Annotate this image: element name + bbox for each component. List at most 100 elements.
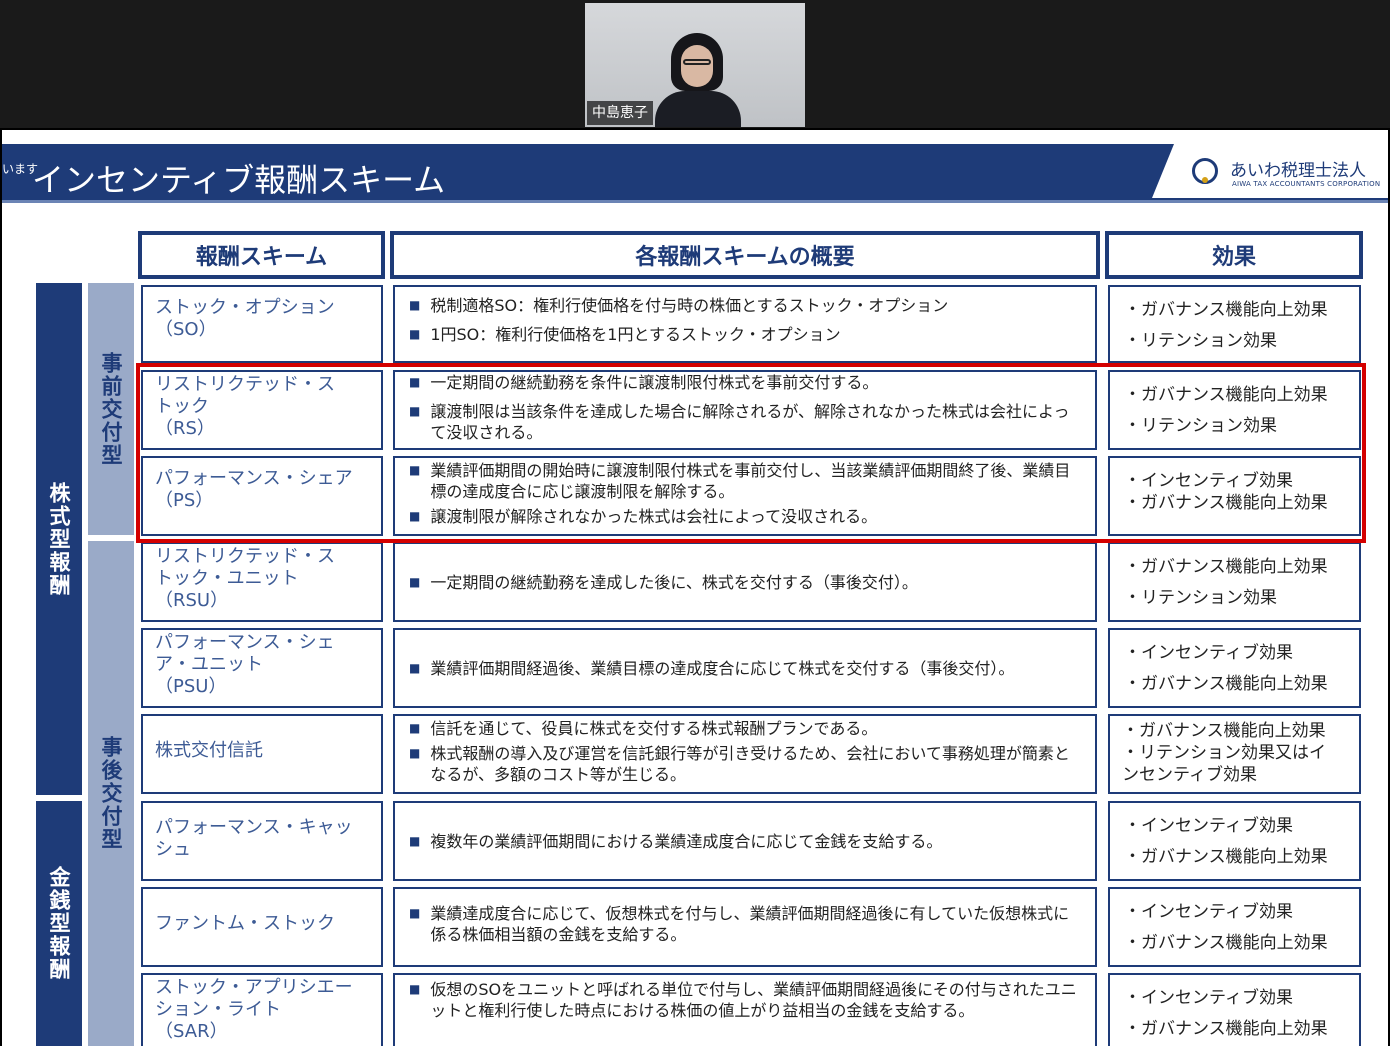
effect-cell: ・ガバナンス機能向上効果 ・リテンション効果 (1108, 542, 1361, 622)
scheme-name: ストック・オプション （SO） (143, 287, 381, 341)
overview-cell: 仮想のSOをユニットと呼ばれる単位で付与し、業績評価期間経過後にその付与されたユ… (393, 973, 1097, 1046)
effect-item: ・インセンティブ効果 (1124, 816, 1293, 836)
effect-item: ・リテンション効果 (1124, 588, 1277, 608)
participant-body (655, 91, 741, 127)
scheme-name-line: ファントム・ストック (155, 913, 335, 934)
scheme-name-cell: ストック・アプリシエー ション・ライト （SAR） (141, 973, 383, 1046)
header-overview: 各報酬スキームの概要 (390, 231, 1100, 279)
scheme-name-cell: ストック・オプション （SO） (141, 285, 383, 363)
bullet-text: 一定期間の継続勤務を達成した後に、株式を交付する（事後交付）。 (409, 572, 1083, 593)
scheme-name-line: パフォーマンス・キャッ (155, 817, 353, 838)
category-stock: 株式型報酬 (36, 283, 82, 795)
scheme-name: パフォーマンス・キャッ シュ (143, 803, 381, 861)
effect-item: ・リテンション効果又はイ (1122, 743, 1326, 763)
overview-cell: 複数年の業績評価期間における業績達成度合に応じて金銭を支給する。 (393, 801, 1097, 881)
scheme-name-line: トック・ユニット (155, 568, 299, 589)
scheme-name-cell: ファントム・ストック (141, 887, 383, 967)
scheme-name-cell: パフォーマンス・キャッ シュ (141, 801, 383, 881)
participant-glasses (683, 59, 711, 65)
participant-video-tile[interactable]: 中島恵子 (585, 3, 805, 127)
scheme-name-line: ストック・アプリシエー (155, 977, 353, 998)
effect-item: ・リテンション効果 (1124, 331, 1277, 351)
header-effect: 効果 (1105, 231, 1363, 279)
overview-bullets: 一定期間の継続勤務を達成した後に、株式を交付する（事後交付）。 (395, 544, 1095, 620)
overview-bullets: 仮想のSOをユニットと呼ばれる単位で付与し、業績評価期間経過後にその付与されたユ… (395, 975, 1095, 1021)
scheme-name: 株式交付信託 (143, 716, 381, 762)
effect-cell: ・ガバナンス機能向上効果 ・リテンション効果 (1108, 285, 1361, 363)
bullet-text: 複数年の業績評価期間における業績達成度合に応じて金銭を支給する。 (409, 831, 1083, 852)
overview-bullets: 信託を通じて、役員に株式を交付する株式報酬プランである。株式報酬の導入及び運営を… (395, 716, 1095, 785)
title-underline (2, 200, 1388, 203)
scheme-name: 中島恵子 (587, 101, 653, 125)
scheme-name-line: （RSU） (155, 590, 229, 611)
bullet-text: 仮想のSOをユニットと呼ばれる単位で付与し、業績評価期間経過後にその付与されたユ… (409, 979, 1083, 1021)
effect-item: ・インセンティブ効果 (1124, 902, 1293, 922)
effect-item: ・インセンティブ効果 (1124, 643, 1293, 663)
overview-bullets: 業績達成度合に応じて、仮想株式を付与し、業績評価期間経過後に有していた仮想株式に… (395, 889, 1095, 945)
scheme-name: リストリクテッド・ス トック・ユニット （RSU） (143, 544, 381, 612)
meeting-top-bar: 中島恵子 (0, 0, 1390, 128)
effect-list: ・インセンティブ効果・ガバナンス機能向上効果 (1110, 889, 1359, 959)
effect-item: ・ガバナンス機能向上効果 (1124, 1019, 1328, 1039)
bullet-text: 信託を通じて、役員に株式を交付する株式報酬プランである。 (409, 718, 1083, 739)
effect-list: ・インセンティブ効果・ガバナンス機能向上効果 (1110, 630, 1359, 700)
effect-item: ・インセンティブ効果 (1124, 988, 1293, 1008)
overview-bullets: 複数年の業績評価期間における業績達成度合に応じて金銭を支給する。 (395, 803, 1095, 879)
scheme-name: パフォーマンス・シェ ア・ユニット （PSU） (143, 630, 381, 698)
overview-bullets: 税制適格SO：権利行使価格を付与時の株価とするストック・オプション 1円SO：権利… (395, 287, 1095, 345)
scheme-name-cell: リストリクテッド・ス トック・ユニット （RSU） (141, 542, 383, 622)
participant-face (681, 45, 713, 87)
subcategory-post: 事後交付型 (88, 541, 134, 1046)
scheme-name-line: パフォーマンス・シェ (155, 632, 335, 653)
scheme-name: ストック・アプリシエー ション・ライト （SAR） (143, 975, 381, 1043)
scheme-name-line: ア・ユニット (155, 654, 263, 675)
scheme-name: ファントム・ストック (143, 889, 381, 935)
effect-cell: ・インセンティブ効果・ガバナンス機能向上効果 (1108, 628, 1361, 708)
overview-cell: 信託を通じて、役員に株式を交付する株式報酬プランである。株式報酬の導入及び運営を… (393, 714, 1097, 794)
scheme-name-line: （SO） (155, 319, 217, 340)
subcategory-advance: 事前交付型 (88, 283, 134, 535)
effect-list: ・ガバナンス機能向上効果 ・リテンション効果 (1110, 544, 1359, 614)
effect-cell: ・インセンティブ効果・ガバナンス機能向上効果 (1108, 801, 1361, 881)
scheme-name-line: ション・ライト (155, 999, 281, 1020)
overview-bullets: 業績評価期間経過後、業績目標の達成度合に応じて株式を交付する（事後交付）。 (395, 630, 1095, 706)
highlight-box (136, 363, 1366, 543)
scheme-name-cell: パフォーマンス・シェ ア・ユニット （PSU） (141, 628, 383, 708)
scheme-name-line: 株式交付信託 (155, 740, 263, 761)
effect-list: ・ガバナンス機能向上効果 ・リテンション効果又はイ ンセンティブ効果 (1110, 716, 1359, 786)
effect-cell: ・インセンティブ効果・ガバナンス機能向上効果 (1108, 973, 1361, 1046)
effect-list: ・ガバナンス機能向上効果 ・リテンション効果 (1110, 287, 1359, 357)
effect-list: ・インセンティブ効果・ガバナンス機能向上効果 (1110, 975, 1359, 1045)
bullet-text: 業績達成度合に応じて、仮想株式を付与し、業績評価期間経過後に有していた仮想株式に… (409, 903, 1083, 945)
company-logo: あいわ税理士法人 AIWA TAX ACCOUNTANTS CORPORATIO… (1152, 144, 1388, 198)
logo-mark-icon (1192, 158, 1218, 184)
overview-cell: 業績達成度合に応じて、仮想株式を付与し、業績評価期間経過後に有していた仮想株式に… (393, 887, 1097, 967)
shared-slide: います インセンティブ報酬スキーム あいわ税理士法人 AIWA TAX ACCO… (2, 130, 1388, 1046)
scheme-name-cell: 株式交付信託 (141, 714, 383, 794)
effect-item: ンセンティブ効果 (1122, 765, 1257, 785)
scheme-name-line: リストリクテッド・ス (155, 546, 335, 567)
scheme-name-line: ストック・オプション (155, 297, 335, 318)
effect-list: ・インセンティブ効果・ガバナンス機能向上効果 (1110, 803, 1359, 873)
slide-title: インセンティブ報酬スキーム (32, 161, 446, 199)
effect-item: ・ガバナンス機能向上効果 (1124, 847, 1328, 867)
overview-cell: 業績評価期間経過後、業績目標の達成度合に応じて株式を交付する（事後交付）。 (393, 628, 1097, 708)
category-cash: 金銭型報酬 (36, 801, 82, 1046)
effect-item: ・ガバナンス機能向上効果 (1124, 933, 1328, 953)
bullet-text: 税制適格SO：権利行使価格を付与時の株価とするストック・オプション (409, 295, 1083, 316)
effect-item: ・ガバナンス機能向上効果 (1124, 300, 1328, 320)
scheme-name-line: （SAR） (155, 1021, 228, 1042)
overview-cell: 税制適格SO：権利行使価格を付与時の株価とするストック・オプション 1円SO：権利… (393, 285, 1097, 363)
effect-cell: ・インセンティブ効果・ガバナンス機能向上効果 (1108, 887, 1361, 967)
bullet-text: 業績評価期間経過後、業績目標の達成度合に応じて株式を交付する（事後交付）。 (409, 658, 1083, 679)
effect-item: ・ガバナンス機能向上効果 (1122, 721, 1326, 741)
header-scheme: 報酬スキーム (138, 231, 385, 279)
logo-name-jp: あいわ税理士法人 (1230, 161, 1366, 181)
bullet-text: 株式報酬の導入及び運営を信託銀行等が引き受けるため、会社において事務処理が簡素と… (409, 743, 1083, 785)
scheme-name-line: シュ (155, 839, 191, 860)
scheme-name-line: （PSU） (155, 676, 227, 697)
effect-cell: ・ガバナンス機能向上効果 ・リテンション効果又はイ ンセンティブ効果 (1108, 714, 1361, 794)
effect-item: ・ガバナンス機能向上効果 (1124, 557, 1328, 577)
bullet-text: 1円SO：権利行使価格を1円とするストック・オプション (409, 324, 1083, 345)
effect-item: ・ガバナンス機能向上効果 (1124, 674, 1328, 694)
